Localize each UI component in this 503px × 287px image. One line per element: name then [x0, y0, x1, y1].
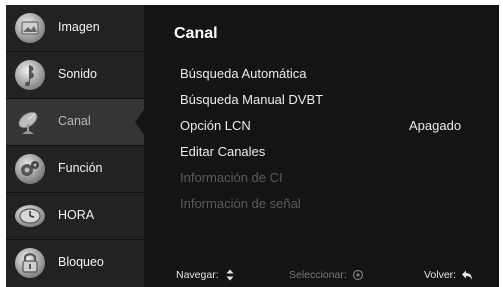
active-indicator [135, 108, 145, 136]
page-title: Canal [174, 25, 218, 42]
back-label: Volver: [424, 269, 457, 281]
select-label: Seleccionar: [289, 269, 347, 281]
menu-item-informacion-ci: Información de CI [180, 170, 283, 185]
sidebar-item-imagen[interactable]: Imagen [6, 5, 144, 52]
sidebar: Imagen Sonido Canal Función HORA Bloqueo [6, 5, 145, 287]
ok-button-icon [352, 269, 363, 281]
menu-item-busqueda-manual-dvbt[interactable]: Búsqueda Manual DVBT [180, 92, 323, 112]
satellite-dish-icon [18, 111, 38, 134]
up-down-arrows-icon [226, 269, 234, 281]
select-hint: Seleccionar: [289, 267, 364, 283]
sidebar-item-sonido[interactable]: Sonido [6, 52, 144, 99]
gears-icon [15, 154, 45, 184]
sidebar-item-label: Sonido [58, 67, 97, 81]
sidebar-item-label: HORA [58, 208, 95, 222]
sidebar-item-label: Función [58, 161, 103, 175]
navigate-label: Navegar: [176, 269, 219, 281]
sidebar-item-canal[interactable]: Canal [6, 99, 145, 146]
sidebar-item-label: Bloqueo [58, 255, 104, 269]
sidebar-item-bloqueo[interactable]: Bloqueo [6, 240, 144, 287]
back-hint: Volver: [424, 267, 473, 283]
return-arrow-icon [462, 270, 473, 280]
tv-menu-screen: Imagen Sonido Canal Función HORA Bloqueo… [6, 5, 499, 287]
sidebar-item-label: Canal [58, 114, 91, 128]
lcn-value[interactable]: Apagado [409, 118, 461, 133]
menu-item-informacion-senal: Información de señal [180, 196, 301, 211]
navigate-hint: Navegar: [176, 267, 236, 283]
padlock-icon [15, 248, 45, 278]
sidebar-item-label: Imagen [58, 20, 100, 34]
music-note-icon [15, 60, 45, 90]
menu-item-opcion-lcn[interactable]: Opción LCN [180, 118, 251, 138]
sidebar-item-funcion[interactable]: Función [6, 146, 144, 193]
clock-icon [15, 205, 45, 227]
menu-item-busqueda-automatica[interactable]: Búsqueda Automática [180, 66, 306, 86]
menu-item-editar-canales[interactable]: Editar Canales [180, 144, 265, 164]
sidebar-item-hora[interactable]: HORA [6, 193, 144, 240]
picture-icon [15, 13, 45, 43]
